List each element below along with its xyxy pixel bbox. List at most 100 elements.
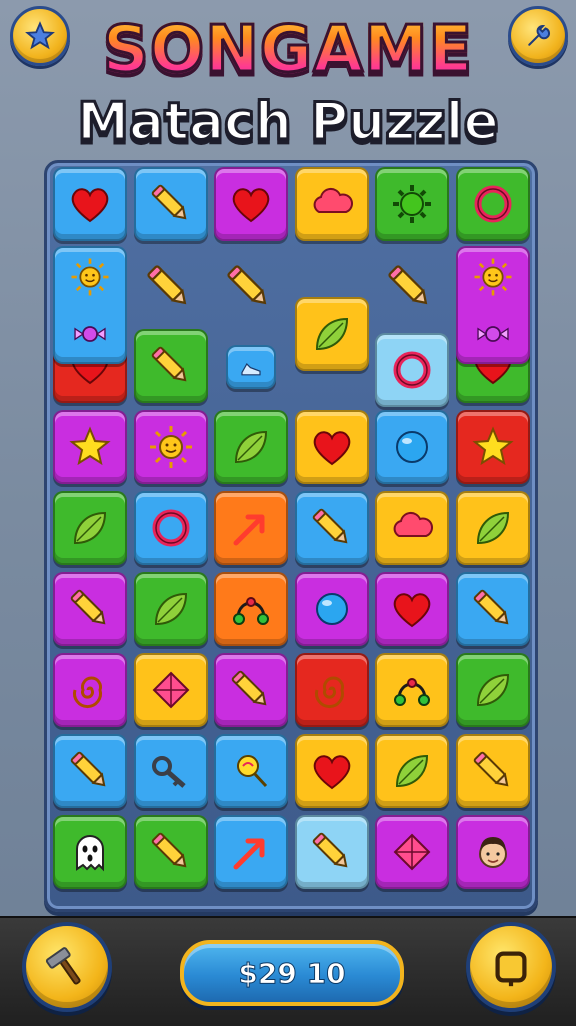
sun-icon (71, 258, 109, 295)
pencil-icon (312, 832, 347, 868)
board-tile-pencil[interactable] (133, 815, 208, 889)
cloud-icon (393, 511, 433, 537)
board-tile-shoe[interactable] (226, 345, 276, 389)
knot-icon (394, 678, 430, 706)
board-tile-heart[interactable] (214, 167, 288, 241)
board-tile-arrow[interactable] (214, 815, 288, 889)
board-tile-tall[interactable] (53, 246, 127, 364)
board-tile-heart[interactable] (294, 734, 369, 808)
board-tile-kite[interactable] (133, 653, 208, 727)
board-tile-sun[interactable] (133, 410, 208, 484)
leaf-icon (315, 317, 348, 350)
board-tile-star[interactable] (53, 410, 127, 484)
board-tile-leaf[interactable] (375, 734, 449, 808)
menu-square-icon (495, 951, 527, 987)
board-tile-leaf[interactable] (214, 410, 288, 484)
board-tile-leaf[interactable] (455, 653, 530, 727)
pencil-icon (70, 751, 106, 787)
ring-icon (474, 185, 511, 223)
knot-icon (233, 597, 269, 625)
board-tile-star[interactable] (455, 410, 530, 484)
star-icon (471, 426, 514, 466)
leaf-icon (476, 673, 509, 707)
board-tile-leaf[interactable] (455, 491, 530, 565)
ring-icon (393, 351, 431, 389)
board-tile-pencil[interactable] (294, 815, 369, 889)
shoe-icon (241, 363, 261, 376)
heart-icon (313, 755, 350, 790)
board-tile-ring[interactable] (375, 333, 449, 407)
pencil-icon (151, 184, 186, 220)
heart-icon (393, 593, 431, 628)
board-tile-heart[interactable] (294, 410, 369, 484)
board-tile-pencil[interactable] (294, 491, 369, 565)
pencil-icon (227, 265, 267, 305)
board-tile-ball[interactable] (375, 410, 449, 484)
ghost-icon (76, 835, 104, 872)
board-tile-leaf[interactable] (53, 491, 127, 565)
gear-icon (393, 185, 431, 223)
board-tile-leaf[interactable] (294, 296, 369, 371)
board-tile-pencil[interactable] (214, 653, 288, 727)
board-tile-knot[interactable] (214, 572, 288, 646)
board-tile-pencil[interactable] (133, 167, 208, 241)
pencil-icon (312, 508, 347, 544)
menu-button[interactable] (466, 922, 556, 1012)
heart-icon (313, 431, 350, 466)
board-tile-pencil[interactable] (53, 734, 127, 808)
leaf-icon (73, 511, 107, 545)
arrow-icon (233, 838, 265, 870)
kite-icon (393, 833, 431, 871)
board-tile-pencil[interactable] (53, 572, 127, 646)
ball-icon (315, 593, 348, 625)
star-icon (69, 426, 111, 466)
pencil-icon (151, 346, 186, 382)
board-tile-lollipop[interactable] (214, 734, 288, 808)
board-tile-kite[interactable] (375, 815, 449, 889)
board-tile-knot[interactable] (375, 653, 449, 727)
loose-piece-pencil[interactable] (221, 259, 277, 315)
heart-icon (71, 188, 109, 223)
pencil-icon (70, 589, 106, 625)
board-tile-arrow[interactable] (214, 491, 288, 565)
pencil-icon (151, 832, 186, 868)
board-tile-ring[interactable] (133, 491, 208, 565)
leaf-icon (395, 754, 429, 788)
cloud-icon (313, 187, 353, 213)
sun-icon (474, 258, 511, 295)
game-title: SONGAME (0, 10, 576, 90)
leaf-icon (234, 430, 268, 464)
board-tile-cloud[interactable] (375, 491, 449, 565)
board-tile-spiral[interactable] (53, 653, 127, 727)
board-tile-ghost[interactable] (53, 815, 127, 889)
leaf-icon (476, 511, 509, 545)
board-tile-pencil[interactable] (455, 734, 530, 808)
board-tile-heart[interactable] (375, 572, 449, 646)
loose-piece-pencil[interactable] (141, 259, 197, 315)
pencil-icon (388, 265, 428, 305)
leaf-icon (154, 592, 187, 626)
face-icon (478, 837, 507, 868)
board-tile-heart[interactable] (53, 167, 127, 241)
spiral-icon (314, 676, 344, 708)
board-tile-key[interactable] (133, 734, 208, 808)
board-tile-pencil[interactable] (455, 572, 530, 646)
board-tile-pencil[interactable] (133, 329, 208, 403)
pencil-icon (473, 751, 508, 787)
board-tile-spiral[interactable] (294, 653, 369, 727)
board-tile-ball[interactable] (294, 572, 369, 646)
board-tile-tall[interactable] (455, 246, 530, 364)
loose-piece-pencil[interactable] (382, 259, 438, 315)
board-tile-gear[interactable] (375, 167, 449, 241)
game-board[interactable] (44, 160, 538, 912)
board-tile-cloud[interactable] (294, 167, 369, 241)
spiral-icon (73, 676, 102, 708)
candy-icon (74, 325, 106, 342)
board-tile-face[interactable] (455, 815, 530, 889)
hammer-button[interactable] (22, 922, 112, 1012)
pencil-icon (473, 589, 508, 625)
board-tile-leaf[interactable] (133, 572, 208, 646)
arrow-icon (233, 514, 265, 546)
key-icon (151, 756, 186, 788)
board-tile-ring[interactable] (455, 167, 530, 241)
